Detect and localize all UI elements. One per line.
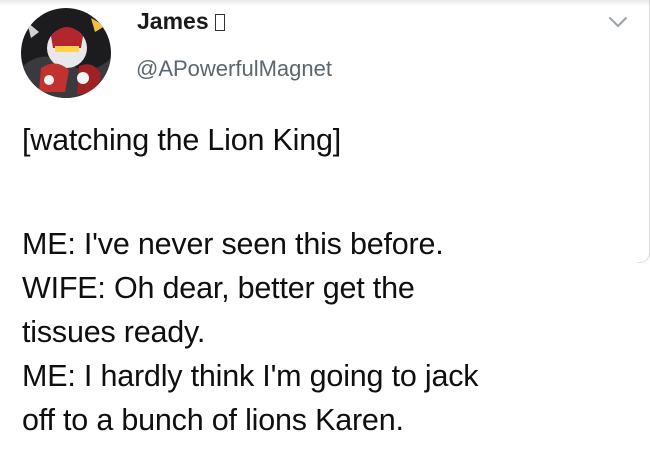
tweet-card: James @APowerfulMagnet [watching the Lio… <box>0 0 650 463</box>
tweet-text: [watching the Lion King] ME: I've never … <box>22 118 637 442</box>
display-name-text: James <box>137 8 209 34</box>
tweet-line: [watching the Lion King] <box>22 123 342 157</box>
unrendered-glyph-box-icon <box>214 14 225 31</box>
tweet-line: off to a bunch of lions Karen. <box>22 403 404 437</box>
tweet-line: ME: I've never seen this before. <box>22 227 444 261</box>
card-right-border <box>637 0 650 263</box>
tweet-line: ME: I hardly think I'm going to jack <box>22 359 479 393</box>
tweet-line: WIFE: Oh dear, better get the <box>22 271 415 305</box>
display-name[interactable]: James <box>137 8 225 35</box>
chevron-down-icon[interactable] <box>607 14 629 30</box>
user-handle[interactable]: @APowerfulMagnet <box>136 56 332 82</box>
card-top-border <box>0 0 650 6</box>
avatar[interactable] <box>21 8 111 98</box>
tweet-line: tissues ready. <box>22 315 206 349</box>
avatar-image <box>21 8 111 98</box>
